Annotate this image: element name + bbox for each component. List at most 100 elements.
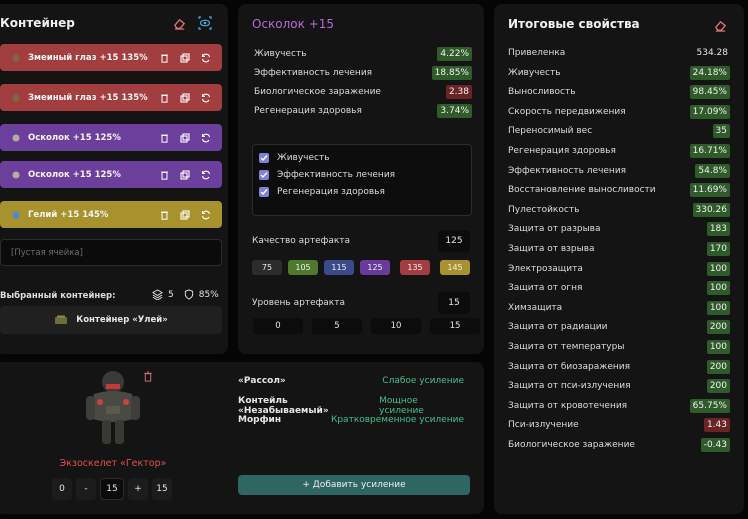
trash-icon[interactable] bbox=[158, 209, 170, 221]
stepper-plus[interactable]: + bbox=[128, 478, 148, 500]
total-stat-value: 1.43 bbox=[703, 418, 730, 433]
quality-option[interactable]: 145 bbox=[440, 260, 470, 275]
total-stat-row: Химзащита 100 bbox=[508, 300, 730, 316]
copy-icon[interactable] bbox=[179, 52, 191, 64]
trash-icon[interactable] bbox=[140, 368, 156, 384]
add-boost-button[interactable]: + Добавить усиление bbox=[238, 475, 470, 495]
trash-icon[interactable] bbox=[158, 52, 170, 64]
suit-name: Экзоскелет «Гектор» bbox=[59, 458, 167, 469]
level-option[interactable]: 15 bbox=[430, 318, 480, 334]
boost-row[interactable]: «Рассол» Слабое усиление bbox=[238, 376, 464, 386]
slot-name: Осколок +15 125% bbox=[28, 169, 121, 180]
artifact-icon bbox=[10, 209, 22, 221]
quality-option[interactable]: 125 bbox=[360, 260, 390, 275]
stepper-minus[interactable]: - bbox=[76, 478, 96, 500]
stepper-min[interactable]: 0 bbox=[52, 478, 72, 500]
total-stat-row: Защита от разрыва 183 bbox=[508, 221, 730, 237]
checkbox-label: Регенерация здоровья bbox=[277, 187, 385, 197]
container-slot[interactable]: Змеиный глаз +15 135% bbox=[0, 84, 222, 111]
total-stat-value: 24.18% bbox=[689, 65, 730, 80]
level-option[interactable]: 5 bbox=[312, 318, 362, 334]
refresh-icon[interactable] bbox=[200, 132, 212, 144]
total-stat-name: Защита от пси-излучения bbox=[508, 381, 631, 392]
refresh-icon[interactable] bbox=[200, 92, 212, 104]
total-stat-name: Живучесть bbox=[508, 67, 561, 78]
stepper-max[interactable]: 15 bbox=[152, 478, 172, 500]
total-stat-name: Химзащита bbox=[508, 302, 563, 313]
copy-icon[interactable] bbox=[179, 209, 191, 221]
stat-name: Живучесть bbox=[254, 49, 307, 59]
quality-option[interactable]: 135 bbox=[400, 260, 430, 275]
shield-icon bbox=[184, 289, 193, 300]
artifact-icon bbox=[10, 92, 22, 104]
total-stat-row: Переносимый вес 35 bbox=[508, 123, 730, 139]
stat-checkbox[interactable]: Регенерация здоровья bbox=[259, 187, 385, 197]
quality-option[interactable]: 105 bbox=[288, 260, 318, 275]
boost-row[interactable]: Контейль «Незабываемый» Мощное усиление bbox=[238, 396, 464, 416]
checkmark-icon[interactable] bbox=[259, 187, 269, 197]
copy-icon[interactable] bbox=[179, 92, 191, 104]
empty-slot-label: [Пустая ячейка] bbox=[11, 247, 83, 258]
total-stat-name: Защита от радиации bbox=[508, 322, 608, 333]
refresh-icon[interactable] bbox=[200, 209, 212, 221]
container-icon bbox=[55, 315, 68, 324]
total-stat-name: Защита от взрыва bbox=[508, 244, 595, 254]
stat-name: Регенерация здоровья bbox=[254, 106, 362, 116]
refresh-icon[interactable] bbox=[200, 52, 212, 64]
empty-slot[interactable]: [Пустая ячейка] bbox=[0, 239, 222, 266]
slot-name: Змеиный глаз +15 135% bbox=[28, 92, 148, 103]
trash-icon[interactable] bbox=[158, 92, 170, 104]
artifact-stat-row: Эффективность лечения 18.85% bbox=[254, 66, 472, 80]
refresh-icon[interactable] bbox=[200, 169, 212, 181]
total-stat-name: Биологическое заражение bbox=[508, 440, 635, 450]
trash-icon[interactable] bbox=[158, 132, 170, 144]
eye-scan-icon[interactable] bbox=[197, 15, 213, 31]
total-stat-name: Защита от разрыва bbox=[508, 224, 601, 235]
total-stat-name: Пси-излучение bbox=[508, 420, 579, 431]
total-stat-name: Электрозащита bbox=[508, 263, 583, 274]
stat-value: 3.74% bbox=[437, 104, 472, 118]
boost-name: «Рассол» bbox=[238, 376, 286, 386]
checkmark-icon[interactable] bbox=[259, 153, 269, 163]
layers-icon bbox=[152, 289, 163, 300]
slot-name: Осколок +15 125% bbox=[28, 132, 121, 143]
stepper-value[interactable]: 15 bbox=[100, 478, 124, 500]
checkmark-icon[interactable] bbox=[259, 170, 269, 180]
stat-checkbox[interactable]: Живучесть bbox=[259, 153, 330, 163]
container-slot[interactable]: Осколок +15 125% bbox=[0, 161, 222, 188]
copy-icon[interactable] bbox=[179, 169, 191, 181]
trash-icon[interactable] bbox=[158, 169, 170, 181]
total-stat-row: Защита от пси-излучения 200 bbox=[508, 378, 730, 394]
total-stat-name: Переносимый вес bbox=[508, 126, 593, 137]
container-select-button[interactable]: Контейнер «Улей» bbox=[0, 306, 222, 334]
total-stat-value: 16.71% bbox=[689, 144, 730, 158]
quality-value[interactable]: 125 bbox=[438, 230, 470, 252]
eraser-icon[interactable] bbox=[171, 15, 187, 31]
artifact-icon bbox=[10, 132, 22, 144]
total-stat-row: Эффективность лечения 54.8% bbox=[508, 163, 730, 179]
eraser-icon[interactable] bbox=[712, 17, 728, 33]
stat-name: Эффективность лечения bbox=[254, 68, 373, 78]
boost-name: Контейль «Незабываемый» bbox=[238, 396, 329, 416]
container-slot[interactable]: Гелий +15 145% bbox=[0, 201, 222, 228]
total-stat-value: 183 bbox=[706, 222, 730, 237]
selected-container-label: Выбранный контейнер: bbox=[0, 291, 116, 301]
total-stat-row: Живучесть 24.18% bbox=[508, 65, 730, 81]
total-stat-row: Защита от взрыва 170 bbox=[508, 241, 730, 257]
stat-value: 4.22% bbox=[437, 47, 472, 61]
stat-checkbox[interactable]: Эффективность лечения bbox=[259, 170, 395, 180]
boost-row[interactable]: Морфин Кратковременное усиление bbox=[238, 415, 464, 425]
quality-option[interactable]: 115 bbox=[324, 260, 354, 275]
level-value[interactable]: 15 bbox=[438, 292, 470, 314]
container-slot[interactable]: Змеиный глаз +15 135% bbox=[0, 44, 222, 71]
level-option[interactable]: 0 bbox=[253, 318, 303, 334]
quality-option[interactable]: 75 bbox=[252, 260, 282, 275]
copy-icon[interactable] bbox=[179, 132, 191, 144]
stat-checklist: Живучесть Эффективность лечения Регенераци… bbox=[252, 144, 472, 216]
total-stat-value: 17.09% bbox=[689, 104, 730, 119]
total-stat-name: Привеленка bbox=[508, 48, 566, 58]
boost-name: Морфин bbox=[238, 415, 282, 425]
container-slot[interactable]: Осколок +15 125% bbox=[0, 124, 222, 151]
level-option[interactable]: 10 bbox=[371, 318, 421, 334]
total-stat-row: Пси-излучение 1.43 bbox=[508, 417, 730, 433]
